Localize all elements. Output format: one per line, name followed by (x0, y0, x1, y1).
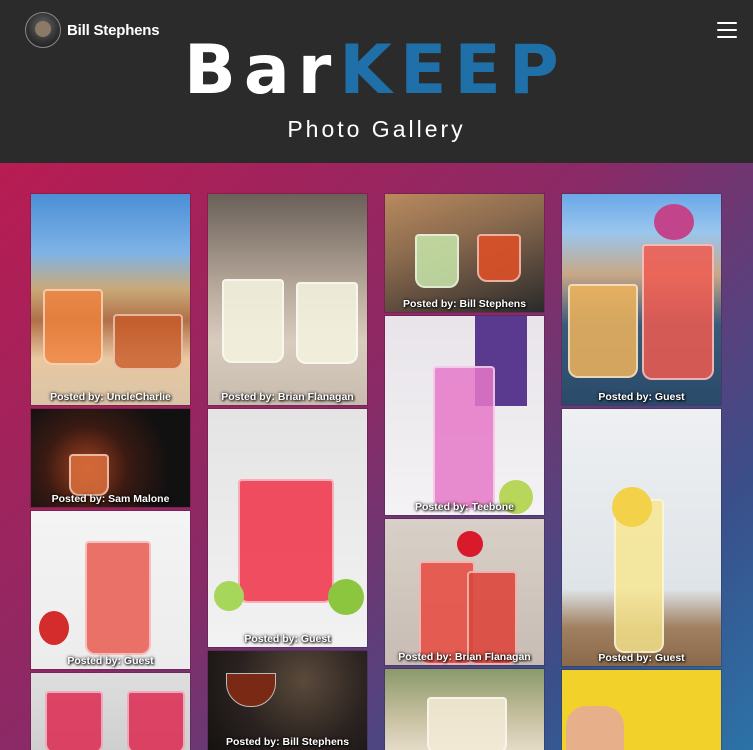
photo-caption: Posted by: Teebone (415, 501, 514, 513)
photo-caption: Posted by: Bill Stephens (402, 298, 527, 310)
user-avatar[interactable] (25, 12, 61, 48)
app-logo: BarKEEP (184, 36, 567, 106)
photo-tile[interactable]: Posted by: Guest (208, 409, 367, 647)
photo-caption: Posted by: Guest (598, 652, 685, 664)
photo-caption: Posted by: Guest (598, 391, 685, 403)
photo-tile[interactable]: Posted by: Brian Flanagan (385, 519, 544, 665)
photo-caption: Posted by: Brian Flanagan (221, 391, 354, 403)
user-name[interactable]: Bill Stephens (67, 22, 160, 39)
photo-tile[interactable]: Posted by: Bill Stephens (385, 194, 544, 312)
photo-tile[interactable]: Posted by: Guest (31, 511, 190, 669)
photo-caption: Posted by: UncleCharlie (50, 391, 171, 403)
photo-caption: Posted by: Guest (244, 633, 331, 645)
photo-gallery: Posted by: UncleCharlie Posted by: Sam M… (0, 163, 753, 750)
photo-tile[interactable]: Posted by: Guest (562, 194, 721, 405)
photo-caption: Posted by: Brian Flanagan (398, 651, 531, 663)
photo-tile[interactable] (385, 669, 544, 750)
photo-caption: Posted by: Guest (67, 655, 154, 667)
photo-tile[interactable]: Posted by: Sam Malone (31, 409, 190, 507)
page-title: Photo Gallery (287, 116, 466, 142)
photo-tile[interactable] (31, 673, 190, 750)
photo-caption: Posted by: Sam Malone (51, 493, 170, 505)
photo-tile[interactable]: Posted by: Guest (562, 409, 721, 666)
logo-keep: KEEP (339, 31, 567, 110)
photo-caption: Posted by: Bill Stephens (225, 736, 350, 748)
user-profile[interactable]: Bill Stephens (25, 12, 160, 48)
logo-bar: Bar (184, 31, 340, 110)
photo-tile[interactable]: Posted by: Teebone (385, 316, 544, 515)
hamburger-menu-icon[interactable] (717, 22, 737, 40)
photo-tile[interactable] (562, 670, 721, 750)
photo-tile[interactable]: Posted by: Bill Stephens (208, 651, 367, 750)
photo-tile[interactable]: Posted by: Brian Flanagan (208, 194, 367, 405)
app-header: Bill Stephens BarKEEP Photo Gallery (0, 0, 753, 163)
photo-tile[interactable]: Posted by: UncleCharlie (31, 194, 190, 405)
